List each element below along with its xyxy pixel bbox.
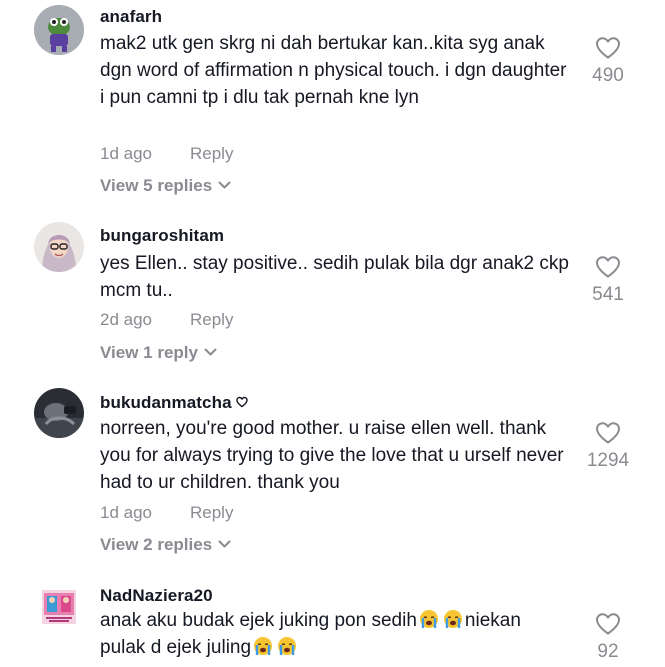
comment-text: mak2 utk gen skrg ni dah bertukar kan..k… bbox=[100, 33, 567, 108]
comment-username[interactable]: bukudanmatcha bbox=[100, 393, 248, 413]
like-count: 541 bbox=[592, 284, 624, 305]
avatar[interactable] bbox=[42, 590, 76, 624]
view-replies-button[interactable]: View 5 replies bbox=[100, 176, 231, 196]
avatar-image bbox=[34, 5, 84, 55]
heart-outline-icon[interactable] bbox=[595, 612, 621, 636]
comment-time: 1d ago bbox=[100, 144, 152, 163]
loudly-crying-face-emoji bbox=[419, 610, 438, 628]
avatar-image bbox=[34, 388, 84, 438]
like-control: 490 bbox=[580, 36, 636, 87]
view-replies-label: View 5 replies bbox=[100, 176, 213, 195]
chevron-down-icon bbox=[204, 348, 217, 356]
comment-meta: 2d ago Reply bbox=[100, 310, 233, 330]
comment-username-label: bukudanmatcha bbox=[100, 393, 232, 412]
chevron-down-icon bbox=[218, 181, 231, 189]
chevron-down-icon bbox=[218, 540, 231, 548]
avatar-image bbox=[34, 222, 84, 272]
view-replies-button[interactable]: View 2 replies bbox=[100, 535, 231, 555]
like-count: 92 bbox=[597, 641, 619, 662]
avatar[interactable] bbox=[34, 5, 84, 55]
heart-outline-icon[interactable] bbox=[595, 421, 621, 445]
comment-meta: 1d ago Reply bbox=[100, 503, 233, 523]
view-replies-button[interactable]: View 1 reply bbox=[100, 343, 217, 363]
comment-time: 2d ago bbox=[100, 310, 152, 329]
reply-button[interactable]: Reply bbox=[190, 310, 233, 329]
comment-text: anak aku budak ejek juking pon sedih niek… bbox=[100, 607, 570, 661]
loudly-crying-face-emoji bbox=[278, 637, 297, 655]
heart-badge-icon bbox=[235, 396, 248, 408]
avatar[interactable] bbox=[34, 222, 84, 272]
loudly-crying-face-emoji bbox=[443, 610, 462, 628]
loudly-crying-face-emoji bbox=[254, 637, 273, 655]
like-control: 541 bbox=[580, 255, 636, 306]
like-count: 490 bbox=[592, 65, 624, 86]
comment-username[interactable]: NadNaziera20 bbox=[100, 586, 213, 606]
comment-text: yes Ellen.. stay positive.. sedih pulak … bbox=[100, 253, 569, 301]
heart-outline-icon[interactable] bbox=[595, 36, 621, 60]
like-control: 1294 bbox=[580, 421, 636, 472]
reply-button[interactable]: Reply bbox=[190, 503, 233, 522]
comment-text: norreen, you're good mother. u raise ell… bbox=[100, 418, 564, 493]
like-count: 1294 bbox=[586, 450, 630, 471]
avatar[interactable] bbox=[34, 388, 84, 438]
comment-meta: 1d ago Reply bbox=[100, 144, 233, 164]
avatar-image bbox=[42, 590, 76, 624]
comment-text-part: anak aku budak ejek juking pon sedih bbox=[100, 610, 417, 631]
comment-username[interactable]: anafarh bbox=[100, 7, 162, 27]
comment-username[interactable]: bungaroshitam bbox=[100, 226, 224, 246]
like-control: 92 bbox=[580, 612, 636, 663]
heart-outline-icon[interactable] bbox=[595, 255, 621, 279]
comment-time: 1d ago bbox=[100, 503, 152, 522]
reply-button[interactable]: Reply bbox=[190, 144, 233, 163]
view-replies-label: View 1 reply bbox=[100, 343, 198, 362]
view-replies-label: View 2 replies bbox=[100, 535, 213, 554]
